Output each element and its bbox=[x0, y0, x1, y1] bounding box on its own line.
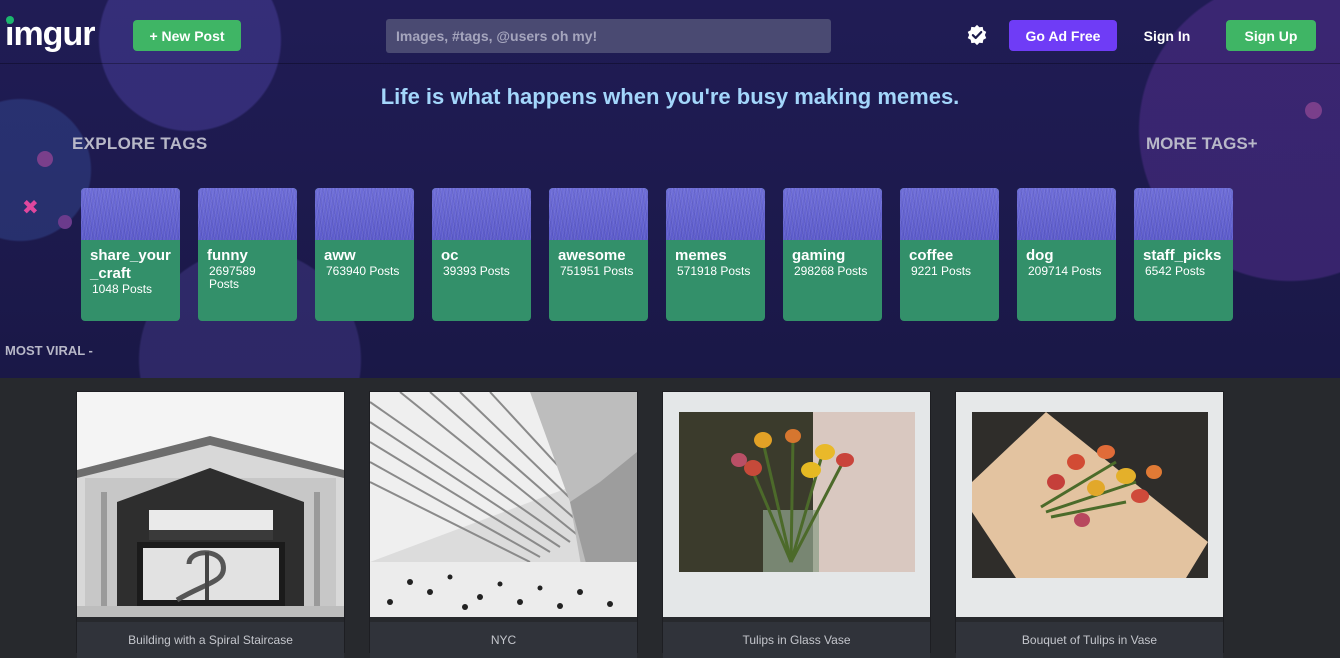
search-input[interactable] bbox=[386, 19, 831, 53]
post-card[interactable]: Tulips in Glass Vase bbox=[662, 391, 931, 658]
post-image-building bbox=[77, 392, 344, 617]
tag-card-coffee[interactable]: coffee 9221 Posts bbox=[900, 188, 999, 321]
more-tags-link[interactable]: MORE TAGS+ bbox=[1146, 134, 1258, 154]
tag-post-count: 6542 Posts bbox=[1145, 264, 1206, 278]
tag-card-funny[interactable]: funny 2697589 Posts bbox=[198, 188, 297, 321]
tag-card-memes[interactable]: memes 571918 Posts bbox=[666, 188, 765, 321]
tag-post-count: 751951 Posts bbox=[560, 264, 634, 278]
most-viral-sort-dropdown[interactable]: MOST VIRAL - bbox=[5, 343, 93, 358]
tag-post-count: 209714 Posts bbox=[1028, 264, 1102, 278]
decorative-dot bbox=[37, 151, 53, 167]
tag-post-count: 571918 Posts bbox=[677, 264, 751, 278]
decorative-dot bbox=[58, 215, 72, 229]
imgur-logo[interactable]: imgur bbox=[5, 14, 95, 54]
tag-post-count: 1048 Posts bbox=[92, 282, 153, 296]
post-image-nyc bbox=[369, 391, 637, 617]
tag-thumbnail bbox=[666, 188, 765, 240]
hero-tagline: Life is what happens when you're busy ma… bbox=[380, 84, 960, 109]
tag-card-oc[interactable]: oc 39393 Posts bbox=[432, 188, 531, 321]
tag-post-count: 298268 Posts bbox=[794, 264, 868, 278]
sign-up-button[interactable]: Sign Up bbox=[1226, 20, 1316, 51]
tag-thumbnail bbox=[81, 188, 180, 240]
tag-name: oc bbox=[441, 247, 459, 264]
tag-list: share_your_craft 1048 Posts funny 269758… bbox=[81, 188, 1233, 321]
tag-name: memes bbox=[675, 247, 727, 264]
tag-thumbnail bbox=[315, 188, 414, 240]
new-post-button[interactable]: + New Post bbox=[133, 20, 241, 51]
tag-thumbnail bbox=[1134, 188, 1233, 240]
tag-post-count: 2697589 Posts bbox=[209, 264, 256, 291]
tag-name: gaming bbox=[792, 247, 846, 264]
tag-name: awesome bbox=[558, 247, 626, 264]
post-card[interactable]: Building with a Spiral Staircase bbox=[76, 391, 345, 658]
tag-name: share_your_craft bbox=[90, 247, 171, 282]
tag-name: aww bbox=[324, 247, 356, 264]
tag-name: coffee bbox=[909, 247, 954, 264]
post-image-tulips-vase bbox=[663, 392, 930, 617]
sign-in-button[interactable]: Sign In bbox=[1133, 20, 1201, 51]
post-card[interactable]: NYC bbox=[369, 391, 638, 658]
tag-card-share-your-craft[interactable]: share_your_craft 1048 Posts bbox=[81, 188, 180, 321]
tag-name: dog bbox=[1026, 247, 1054, 264]
post-card[interactable]: Bouquet of Tulips in Vase bbox=[955, 391, 1224, 658]
tag-card-awesome[interactable]: awesome 751951 Posts bbox=[549, 188, 648, 321]
verified-badge-icon[interactable] bbox=[966, 24, 988, 46]
tag-card-gaming[interactable]: gaming 298268 Posts bbox=[783, 188, 882, 321]
tag-post-count: 39393 Posts bbox=[443, 264, 510, 278]
tag-thumbnail bbox=[783, 188, 882, 240]
tag-thumbnail bbox=[900, 188, 999, 240]
hero-banner: ✖ imgur + New Post Go Ad Free Sign In Si… bbox=[0, 0, 1340, 378]
tag-thumbnail bbox=[1017, 188, 1116, 240]
logo-dot bbox=[6, 16, 14, 24]
top-navigation-bar: imgur + New Post Go Ad Free Sign In Sign… bbox=[0, 0, 1340, 64]
tag-name: funny bbox=[207, 247, 248, 264]
explore-tags-heading: EXPLORE TAGS bbox=[72, 134, 208, 153]
decorative-x-icon: ✖ bbox=[22, 197, 39, 219]
tag-thumbnail bbox=[198, 188, 297, 240]
tag-post-count: 9221 Posts bbox=[911, 264, 972, 278]
post-gallery: Building with a Spiral Staircase NYC Tul… bbox=[76, 391, 1224, 658]
post-image-tulip-bouquet bbox=[956, 392, 1223, 617]
tag-post-count: 763940 Posts bbox=[326, 264, 400, 278]
go-ad-free-button[interactable]: Go Ad Free bbox=[1009, 20, 1117, 51]
tag-card-aww[interactable]: aww 763940 Posts bbox=[315, 188, 414, 321]
tag-card-staff-picks[interactable]: staff_picks 6542 Posts bbox=[1134, 188, 1233, 321]
tag-thumbnail bbox=[549, 188, 648, 240]
tag-thumbnail bbox=[432, 188, 531, 240]
tag-card-dog[interactable]: dog 209714 Posts bbox=[1017, 188, 1116, 321]
tag-name: staff_picks bbox=[1143, 247, 1222, 264]
